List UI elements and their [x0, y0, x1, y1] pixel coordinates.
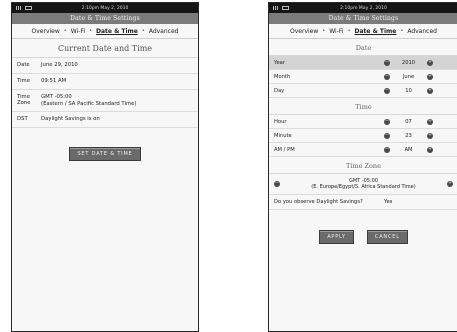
dst-row: Do you observe Daylight Savings? Yes [269, 195, 457, 210]
time-section-title: Time [269, 98, 457, 115]
dst-question: Do you observe Daylight Savings? [274, 199, 363, 205]
tab-overview[interactable]: Overview [31, 28, 61, 35]
plus-circle-icon[interactable]: + [427, 87, 433, 94]
minute-stepper: Minute − 23 + [269, 129, 457, 143]
cancel-button[interactable]: CANCEL [366, 230, 408, 244]
row-label: Time [17, 78, 30, 84]
stepper-value: 10 [405, 87, 412, 94]
plus-circle-icon[interactable]: + [427, 118, 433, 125]
info-row-time: Time 09:51 AM [12, 74, 198, 90]
stepper-value: 07 [405, 118, 412, 125]
stepper-label: Minute [274, 132, 292, 139]
time-zone-value: GMT -05:00 (E. Europe/Egypt/S. Africa St… [311, 178, 416, 190]
row-label: DST [17, 116, 28, 122]
tab-wifi[interactable]: Wi-Fi [70, 28, 86, 35]
tab-advanced[interactable]: Advanced [148, 28, 180, 35]
hour-stepper: Hour − 07 + [269, 115, 457, 129]
tab-separator: • [322, 28, 326, 34]
day-stepper: Day − 10 + [269, 84, 457, 98]
signal-icon [16, 6, 22, 10]
stepper-value: 2010 [401, 59, 416, 66]
month-stepper: Month − June + [269, 70, 457, 84]
phone-screen-current: 2:10pm May 2, 2010 Date & Time Settings … [11, 2, 199, 332]
time-zone-stepper: − GMT -05:00 (E. Europe/Egypt/S. Africa … [269, 174, 457, 195]
tab-overview[interactable]: Overview [289, 28, 319, 35]
tab-separator: • [89, 28, 93, 34]
phone-screen-edit: 2:10pm May 2, 2010 Date & Time Settings … [268, 2, 457, 332]
tab-wifi[interactable]: Wi-Fi [328, 28, 344, 35]
signal-icon [273, 6, 279, 10]
plus-circle-icon[interactable]: + [447, 181, 453, 187]
time-zone-section-title: Time Zone [269, 157, 457, 174]
page-title: Date & Time Settings [12, 13, 198, 24]
status-bar: 2:10pm May 2, 2010 [12, 3, 198, 13]
row-value: GMT -05:00 (Eastern / SA Pacific Standar… [41, 94, 137, 107]
ampm-stepper: AM / PM − AM + [269, 143, 457, 157]
battery-icon [25, 6, 32, 10]
tab-separator: • [400, 28, 404, 34]
nav-tabs: Overview • Wi-Fi • Date & Time • Advance… [269, 24, 457, 39]
plus-circle-icon[interactable]: + [427, 132, 433, 139]
tab-date-time[interactable]: Date & Time [95, 28, 139, 35]
battery-icon [282, 6, 289, 10]
tab-separator: • [347, 28, 351, 34]
row-label: Time Zone [17, 94, 31, 106]
status-bar: 2:10pm May 2, 2010 [269, 3, 457, 13]
tab-date-time[interactable]: Date & Time [354, 28, 398, 35]
section-title: Current Date and Time [12, 39, 198, 58]
stepper-label: Year [274, 59, 285, 66]
stepper-label: Month [274, 73, 291, 80]
plus-circle-icon[interactable]: + [427, 73, 433, 80]
info-row-dst: DST Daylight Savings is on [12, 112, 198, 128]
stepper-value: AM [404, 146, 413, 153]
dst-answer[interactable]: Yes [384, 199, 453, 205]
row-value: June 29, 2010 [41, 62, 78, 68]
row-label: Date [17, 62, 30, 68]
stepper-label: Day [274, 87, 285, 94]
nav-tabs: Overview • Wi-Fi • Date & Time • Advance… [12, 24, 198, 39]
date-section-title: Date [269, 39, 457, 56]
stepper-label: Hour [274, 118, 287, 125]
stepper-label: AM / PM [274, 146, 295, 153]
page-title: Date & Time Settings [269, 13, 457, 24]
stepper-value: June [402, 73, 415, 80]
row-value: 09:51 AM [41, 78, 67, 84]
tab-advanced[interactable]: Advanced [406, 28, 438, 35]
row-value: Daylight Savings is on [41, 116, 100, 122]
info-row-date: Date June 29, 2010 [12, 58, 198, 74]
year-stepper: Year − 2010 + [269, 56, 457, 70]
set-date-time-button[interactable]: SET DATE & TIME [69, 147, 141, 161]
plus-circle-icon[interactable]: + [427, 59, 433, 66]
stepper-value: 23 [405, 132, 412, 139]
plus-circle-icon[interactable]: + [427, 146, 433, 153]
status-time: 2:10pm May 2, 2010 [81, 5, 129, 11]
tab-separator: • [141, 28, 145, 34]
status-time: 2:10pm May 2, 2010 [340, 5, 387, 11]
apply-button[interactable]: APPLY [319, 230, 354, 244]
tab-separator: • [63, 28, 67, 34]
info-row-time-zone: Time Zone GMT -05:00 (Eastern / SA Pacif… [12, 90, 198, 112]
